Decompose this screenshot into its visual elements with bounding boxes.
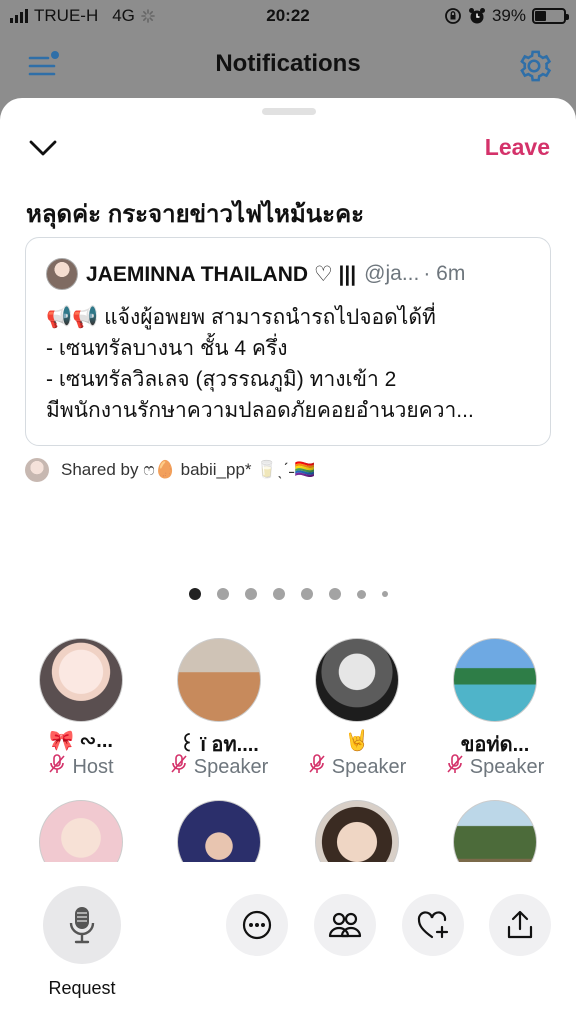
request-label: Request <box>48 978 116 998</box>
tweet-line: - เซนทรัลบางนา ชั้น 4 ครึ่ง <box>46 337 288 360</box>
speaker-tile[interactable] <box>426 800 564 862</box>
tweet-author-handle: @ja... <box>364 262 420 285</box>
speaker-tile[interactable]: ꒰ ï อท.... Speaker <box>150 638 288 780</box>
request-mic-button[interactable] <box>43 886 121 964</box>
participants-button[interactable] <box>314 894 376 956</box>
page-title: Notifications <box>215 50 361 77</box>
speaker-grid: 🎀 ∾... Host ꒰ ï อท.... Speaker 🤘 Speaker ขอท่ด… <box>0 638 576 862</box>
speaker-role: Speaker <box>426 754 564 780</box>
speaker-name: ꒰ ï อท.... <box>179 734 259 756</box>
tweet-body: 📢📢 แจ้งผู้อพยพ สามารถนำรถไปจอดได้ที่ - เ… <box>46 302 536 426</box>
speaker-avatar[interactable] <box>177 638 261 722</box>
mic-muted-icon <box>170 754 188 780</box>
speaker-avatar[interactable] <box>315 800 399 862</box>
bottom-action-bar: Request <box>0 862 576 1024</box>
top-header: Notifications <box>0 34 576 96</box>
shared-by-text: Shared by ෆ🥚 babii_pp* 🥛ˎˊ˗🏳️‍🌈 <box>61 460 316 479</box>
speaker-avatar[interactable] <box>453 638 537 722</box>
battery-icon <box>532 8 569 24</box>
collapse-chevron-down-icon[interactable] <box>26 134 60 162</box>
page-dot[interactable] <box>272 588 285 600</box>
mic-muted-icon <box>446 754 464 780</box>
battery-percent: 39% <box>491 6 526 25</box>
heart-plus-icon <box>417 911 449 939</box>
speaker-avatar[interactable] <box>177 800 261 862</box>
tweet-line: มีพนักงานรักษาความปลอดภัยคอยอำนวยควา... <box>46 399 474 422</box>
tweet-author-avatar[interactable] <box>46 258 78 290</box>
speaker-role-label: Host <box>72 755 114 778</box>
tweet-header: JAEMINNA THAILAND ♡ ||| @ja... · 6m <box>46 258 465 290</box>
space-title: หลุดค่ะ กระจายข่าวไฟไหม้นะคะ <box>26 201 365 228</box>
tweet-author-name: JAEMINNA THAILAND ♡ ||| <box>86 262 357 286</box>
status-right: 39% <box>444 6 569 26</box>
share-upload-icon <box>507 910 533 939</box>
speaker-role: Speaker <box>288 754 426 780</box>
page-dot[interactable] <box>381 591 388 597</box>
speaker-role: Speaker <box>150 754 288 780</box>
tweet-time: · 6m <box>423 262 466 285</box>
mic-muted-icon <box>308 754 326 780</box>
react-button[interactable] <box>402 894 464 956</box>
speaker-tile[interactable]: 🤘 Speaker <box>288 638 426 780</box>
shared-by-row: Shared by ෆ🥚 babii_pp* 🥛ˎˊ˗🏳️‍🌈 <box>25 458 316 482</box>
speaker-name: ขอท่ด... <box>460 734 530 756</box>
sharer-avatar[interactable] <box>25 458 49 482</box>
speaker-role: Host <box>12 754 150 780</box>
microphone-icon <box>69 907 95 944</box>
people-icon <box>328 912 362 938</box>
mic-muted-icon <box>48 754 66 780</box>
pinned-tweet-card[interactable]: JAEMINNA THAILAND ♡ ||| @ja... · 6m 📢📢 แ… <box>25 237 551 446</box>
speaker-tile[interactable] <box>288 800 426 862</box>
settings-gear-icon[interactable] <box>516 48 552 84</box>
share-button[interactable] <box>489 894 551 956</box>
speaker-avatar[interactable] <box>315 638 399 722</box>
speaker-role-label: Speaker <box>193 755 269 778</box>
page-dot[interactable] <box>300 588 313 600</box>
speaker-name: 🤘 <box>344 730 370 752</box>
speaker-tile[interactable]: 🎀 ∾... Host <box>12 638 150 780</box>
sheet-drag-handle[interactable] <box>262 108 316 115</box>
leave-button[interactable]: Leave <box>485 134 550 161</box>
speaker-avatar[interactable] <box>39 638 123 722</box>
tweet-line: 📢📢 แจ้งผู้อพยพ สามารถนำรถไปจอดได้ที่ <box>46 306 436 329</box>
orientation-lock-icon <box>445 8 461 24</box>
page-dot[interactable] <box>244 588 257 600</box>
page-dot[interactable] <box>328 588 341 600</box>
tweet-line: - เซนทรัลวิลเลจ (สุวรรณภูมิ) ทางเข้า 2 <box>46 368 397 391</box>
speaker-avatar[interactable] <box>39 800 123 862</box>
page-dot[interactable] <box>216 588 229 600</box>
speaker-role-label: Speaker <box>469 755 545 778</box>
speaker-tile[interactable]: ขอท่ด... Speaker <box>426 638 564 780</box>
alarm-icon <box>468 8 485 24</box>
battery-fill <box>535 11 546 21</box>
page-indicator[interactable] <box>0 588 576 600</box>
speaker-role-label: Speaker <box>331 755 407 778</box>
page-dot[interactable] <box>188 588 201 600</box>
page-dot[interactable] <box>356 589 366 599</box>
speaker-tile[interactable] <box>12 800 150 862</box>
more-dots-icon <box>242 910 272 940</box>
speaker-tile[interactable] <box>150 800 288 862</box>
speaker-name: 🎀 ∾... <box>49 730 113 752</box>
status-bar: TRUE-H 4G 20:22 39% <box>0 0 576 34</box>
speaker-avatar[interactable] <box>453 800 537 862</box>
more-options-button[interactable] <box>226 894 288 956</box>
